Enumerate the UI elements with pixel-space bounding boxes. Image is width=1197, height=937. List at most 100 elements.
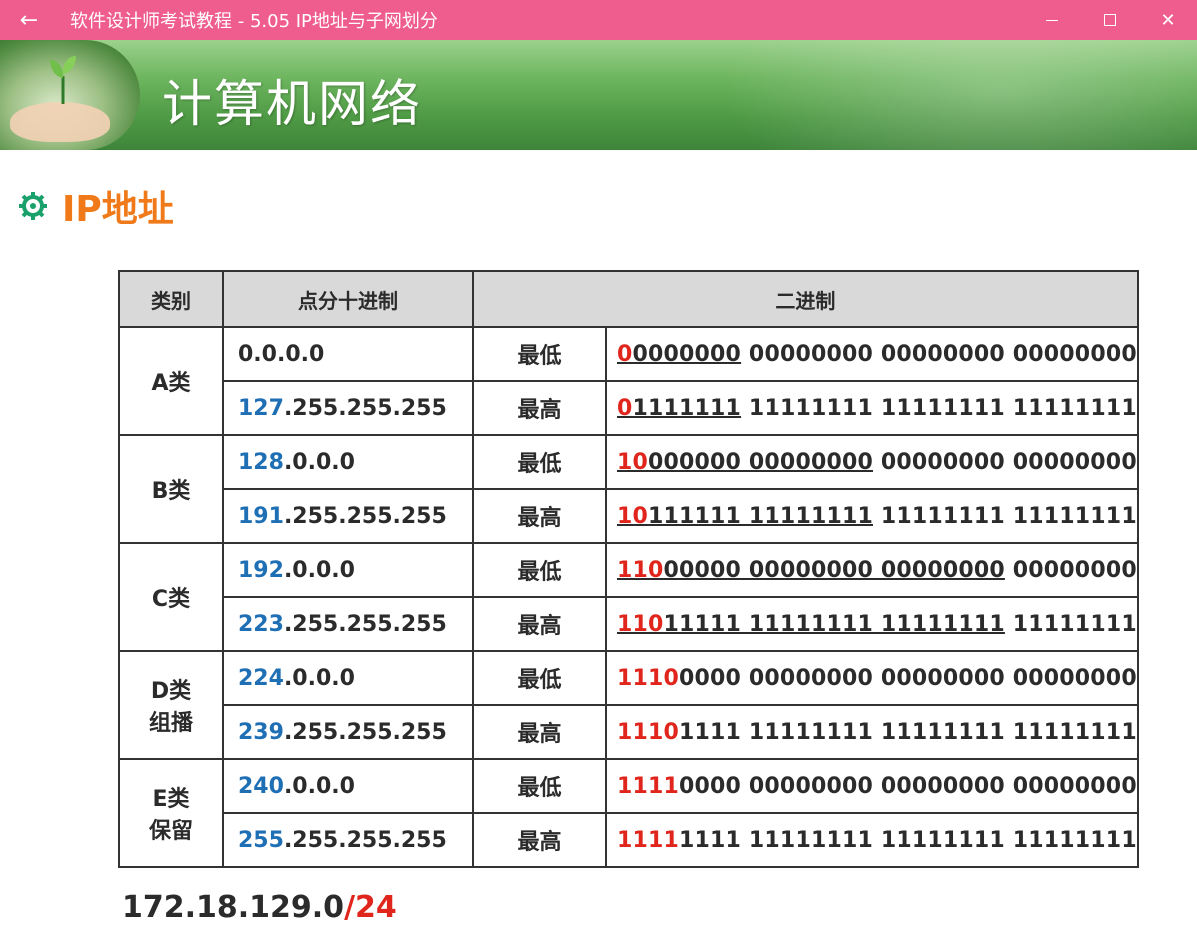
decimal-rest: .255.255.255 bbox=[283, 827, 447, 853]
table-row: D类 组播 224.0.0.0 最低 11100000 00000000 0000… bbox=[118, 650, 1139, 760]
decimal-network-part: 192 bbox=[238, 557, 284, 583]
decimal-rest: .0.0.0 bbox=[283, 665, 355, 691]
maximize-icon bbox=[1104, 14, 1116, 26]
table-row: C类 192.0.0.0 最低 11000000 00000000 000000… bbox=[118, 542, 1139, 652]
class-label-c: C类 bbox=[118, 542, 224, 652]
binary-underlined: 111111 11111111 bbox=[648, 503, 873, 529]
minimize-icon bbox=[1046, 19, 1058, 21]
table-row: 255.255.255.255 最高 11111111 11111111 111… bbox=[119, 812, 1139, 868]
binary-cell: 00000000 00000000 00000000 00000000 bbox=[605, 326, 1139, 382]
table-row: 239.255.255.255 最高 11101111 11111111 111… bbox=[119, 704, 1139, 760]
header-class: 类别 bbox=[118, 270, 224, 328]
close-button[interactable]: ✕ bbox=[1139, 0, 1197, 40]
decimal-cell: 0.0.0.0 bbox=[222, 326, 474, 382]
table-row: 223.255.255.255 最高 11011111 11111111 111… bbox=[119, 596, 1139, 652]
binary-cell: 11110000 00000000 00000000 00000000 bbox=[605, 758, 1139, 814]
decimal-network-part: 127 bbox=[238, 395, 284, 421]
binary-class-bits: 1110 bbox=[617, 719, 680, 745]
binary-host-part: 1111 11111111 11111111 11111111 bbox=[679, 827, 1137, 853]
decimal-rest: .0.0.0 bbox=[283, 557, 355, 583]
decimal-rest: .0.0.0 bbox=[283, 449, 355, 475]
table-row: 127.255.255.255 最高 01111111 11111111 111… bbox=[119, 380, 1139, 436]
class-label-b: B类 bbox=[118, 434, 224, 544]
binary-cell: 10111111 11111111 11111111 11111111 bbox=[605, 488, 1139, 544]
binary-network-part: 01111111 bbox=[617, 396, 741, 421]
binary-network-part: 10000000 00000000 bbox=[617, 450, 873, 475]
back-arrow-icon: ← bbox=[19, 7, 39, 33]
banner-title: 计算机网络 bbox=[162, 75, 422, 133]
table-row: B类 128.0.0.0 最低 10000000 00000000 000000… bbox=[118, 434, 1139, 544]
binary-class-bits: 110 bbox=[617, 557, 664, 583]
table-row: E类 保留 240.0.0.0 最低 11110000 00000000 0000… bbox=[118, 758, 1139, 868]
maximize-button[interactable] bbox=[1081, 0, 1139, 40]
low-high-cell: 最高 bbox=[472, 488, 607, 544]
binary-cell: 10000000 00000000 00000000 00000000 bbox=[605, 434, 1139, 490]
banner-shine bbox=[700, 40, 1197, 150]
binary-class-bits: 10 bbox=[617, 449, 649, 475]
binary-network-part: 11000000 00000000 00000000 bbox=[617, 558, 1005, 583]
low-high-cell: 最高 bbox=[472, 380, 607, 436]
binary-underlined: 11111 11111111 11111111 bbox=[663, 611, 1005, 637]
binary-underlined: 00000 00000000 00000000 bbox=[663, 557, 1005, 583]
binary-host-part: 11111111 11111111 11111111 bbox=[741, 395, 1137, 421]
class-label-d: D类 组播 bbox=[118, 650, 224, 760]
cidr-address: 172.18.129.0 bbox=[122, 890, 345, 925]
low-high-cell: 最高 bbox=[472, 704, 607, 760]
header-binary: 二进制 bbox=[472, 270, 1139, 328]
low-high-cell: 最低 bbox=[472, 758, 607, 814]
binary-cell: 11111111 11111111 11111111 11111111 bbox=[605, 812, 1139, 868]
decimal-cell: 192.0.0.0 bbox=[222, 542, 474, 598]
decimal-rest: .0.0.0 bbox=[283, 773, 355, 799]
binary-class-bits: 110 bbox=[617, 611, 664, 637]
decimal-network-part: 240 bbox=[238, 773, 284, 799]
binary-cell: 11100000 00000000 00000000 00000000 bbox=[605, 650, 1139, 706]
class-label-line2: 组播 bbox=[148, 711, 193, 736]
decimal-rest: .255.255.255 bbox=[283, 503, 447, 529]
low-high-cell: 最低 bbox=[472, 542, 607, 598]
table-row: 191.255.255.255 最高 10111111 11111111 111… bbox=[119, 488, 1139, 544]
binary-host-part: 0000 00000000 00000000 00000000 bbox=[679, 773, 1137, 799]
binary-host-part: 00000000 00000000 bbox=[872, 449, 1137, 475]
minimize-button[interactable] bbox=[1023, 0, 1081, 40]
cidr-prefix: /24 bbox=[344, 890, 397, 925]
decimal-cell: 224.0.0.0 bbox=[222, 650, 474, 706]
decimal-cell: 191.255.255.255 bbox=[222, 488, 474, 544]
binary-underlined: 0000000 bbox=[632, 341, 742, 367]
section-title: IP地址 bbox=[62, 189, 174, 230]
hands-shape bbox=[10, 102, 110, 142]
low-high-cell: 最高 bbox=[472, 596, 607, 652]
low-high-cell: 最低 bbox=[472, 326, 607, 382]
binary-network-part: 00000000 bbox=[617, 342, 741, 367]
decimal-network-part: 239 bbox=[238, 719, 284, 745]
table-row: A类 0.0.0.0 最低 00000000 00000000 00000000… bbox=[118, 326, 1139, 436]
decimal-network-part: 128 bbox=[238, 449, 284, 475]
decimal-cell: 223.255.255.255 bbox=[222, 596, 474, 652]
class-label-line1: E类 bbox=[152, 787, 190, 812]
decimal-network-part: 224 bbox=[238, 665, 284, 691]
close-icon: ✕ bbox=[1160, 9, 1176, 31]
binary-host-part: 11111111 11111111 bbox=[872, 503, 1137, 529]
binary-class-bits: 0 bbox=[617, 395, 633, 421]
back-button[interactable]: ← bbox=[0, 0, 58, 40]
section-heading: IP地址 bbox=[18, 180, 174, 232]
decimal-cell: 128.0.0.0 bbox=[222, 434, 474, 490]
low-high-cell: 最低 bbox=[472, 434, 607, 490]
decimal-cell: 255.255.255.255 bbox=[222, 812, 474, 868]
decimal-network-part: 223 bbox=[238, 611, 284, 637]
class-label-e: E类 保留 bbox=[118, 758, 224, 868]
decimal-cell: 127.255.255.255 bbox=[222, 380, 474, 436]
binary-host-part: 00000000 bbox=[1004, 557, 1137, 583]
binary-cell: 11011111 11111111 11111111 11111111 bbox=[605, 596, 1139, 652]
cidr-example: 172.18.129.0/24 bbox=[122, 890, 397, 925]
ip-class-table: 类别 点分十进制 二进制 A类 0.0.0.0 最低 00000000 0000… bbox=[118, 270, 1139, 868]
decimal-rest: .255.255.255 bbox=[283, 611, 447, 637]
binary-cell: 01111111 11111111 11111111 11111111 bbox=[605, 380, 1139, 436]
gear-bullet-icon bbox=[19, 192, 47, 220]
binary-class-bits: 1110 bbox=[617, 665, 680, 691]
binary-host-part: 0000 00000000 00000000 00000000 bbox=[679, 665, 1137, 691]
decimal-rest: .255.255.255 bbox=[283, 719, 447, 745]
binary-cell: 11101111 11111111 11111111 11111111 bbox=[605, 704, 1139, 760]
window-title: 软件设计师考试教程 - 5.05 IP地址与子网划分 bbox=[70, 11, 438, 32]
binary-network-part: 10111111 11111111 bbox=[617, 504, 873, 529]
binary-class-bits: 1111 bbox=[617, 773, 680, 799]
